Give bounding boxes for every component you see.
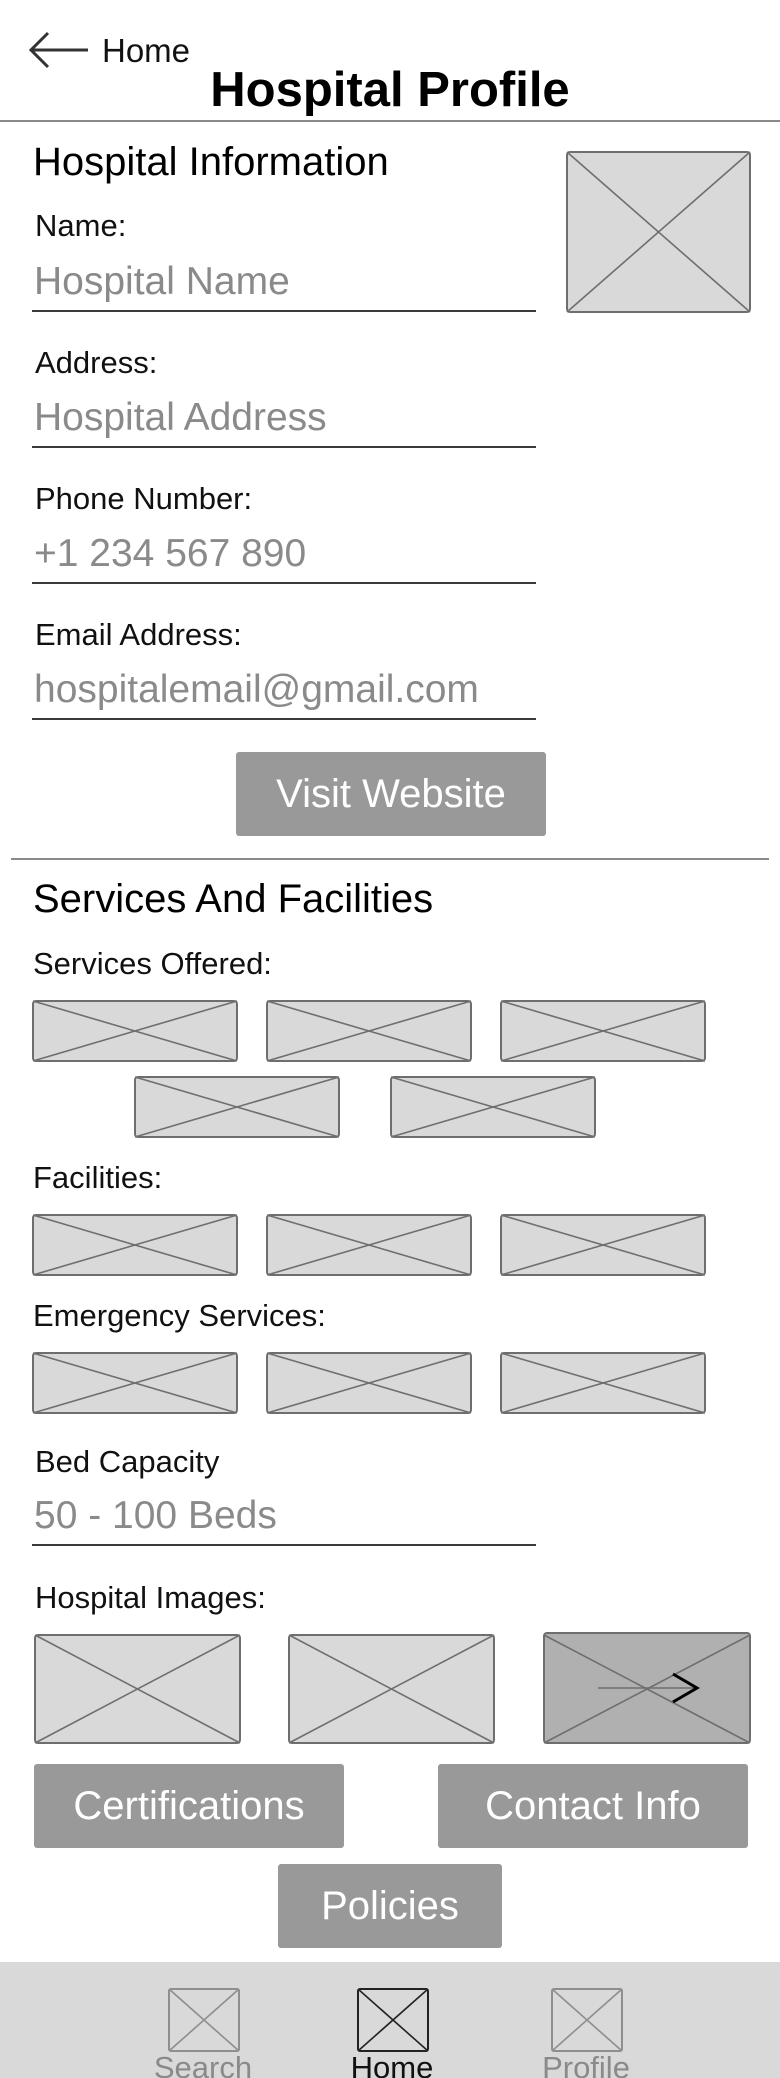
nav-home-label: Home (350, 2050, 434, 2078)
service-item[interactable] (266, 1000, 472, 1062)
policies-button[interactable]: Policies (278, 1864, 502, 1948)
address-label: Address: (35, 345, 158, 380)
nav-profile-label: Profile (542, 2050, 630, 2078)
nav-profile[interactable]: Profile (521, 1976, 651, 2078)
profile-icon (551, 1988, 623, 2052)
hospital-image[interactable] (288, 1634, 495, 1744)
hospital-logo-image (566, 151, 751, 313)
header-divider (0, 120, 780, 122)
emergency-service-item[interactable] (266, 1352, 472, 1414)
services-offered-label: Services Offered: (33, 946, 272, 981)
service-item[interactable] (390, 1076, 596, 1138)
facility-item[interactable] (500, 1214, 706, 1276)
nav-search-label: Search (153, 2050, 253, 2078)
name-label: Name: (35, 208, 127, 243)
hospital-address-input[interactable] (32, 390, 536, 448)
home-icon (357, 1988, 429, 2052)
bottom-navigation: Search Home Profile (0, 1962, 780, 2078)
section-divider (11, 858, 769, 860)
phone-label: Phone Number: (35, 481, 253, 516)
bed-capacity-input[interactable] (32, 1488, 536, 1546)
nav-search[interactable]: Search (138, 1976, 268, 2078)
page-title: Hospital Profile (210, 63, 570, 117)
facilities-label: Facilities: (33, 1160, 163, 1195)
facility-item[interactable] (32, 1214, 238, 1276)
hospital-name-input[interactable] (32, 254, 536, 312)
emergency-service-item[interactable] (32, 1352, 238, 1414)
emergency-service-item[interactable] (500, 1352, 706, 1414)
search-icon (168, 1988, 240, 2052)
hospital-images-label: Hospital Images: (35, 1580, 266, 1615)
email-label: Email Address: (35, 617, 242, 652)
visit-website-button[interactable]: Visit Website (236, 752, 546, 836)
email-address-input[interactable] (32, 662, 536, 720)
service-item[interactable] (500, 1000, 706, 1062)
emergency-services-label: Emergency Services: (33, 1298, 326, 1333)
contact-info-button[interactable]: Contact Info (438, 1764, 748, 1848)
facility-item[interactable] (266, 1214, 472, 1276)
services-facilities-heading: Services And Facilities (33, 877, 434, 921)
next-image-button[interactable] (543, 1632, 751, 1744)
nav-home[interactable]: Home (327, 1976, 457, 2078)
certifications-button[interactable]: Certifications (34, 1764, 344, 1848)
bed-capacity-label: Bed Capacity (35, 1444, 220, 1479)
hospital-info-heading: Hospital Information (33, 140, 389, 184)
service-item[interactable] (32, 1000, 238, 1062)
service-item[interactable] (134, 1076, 340, 1138)
hospital-image[interactable] (34, 1634, 241, 1744)
phone-number-input[interactable] (32, 526, 536, 584)
